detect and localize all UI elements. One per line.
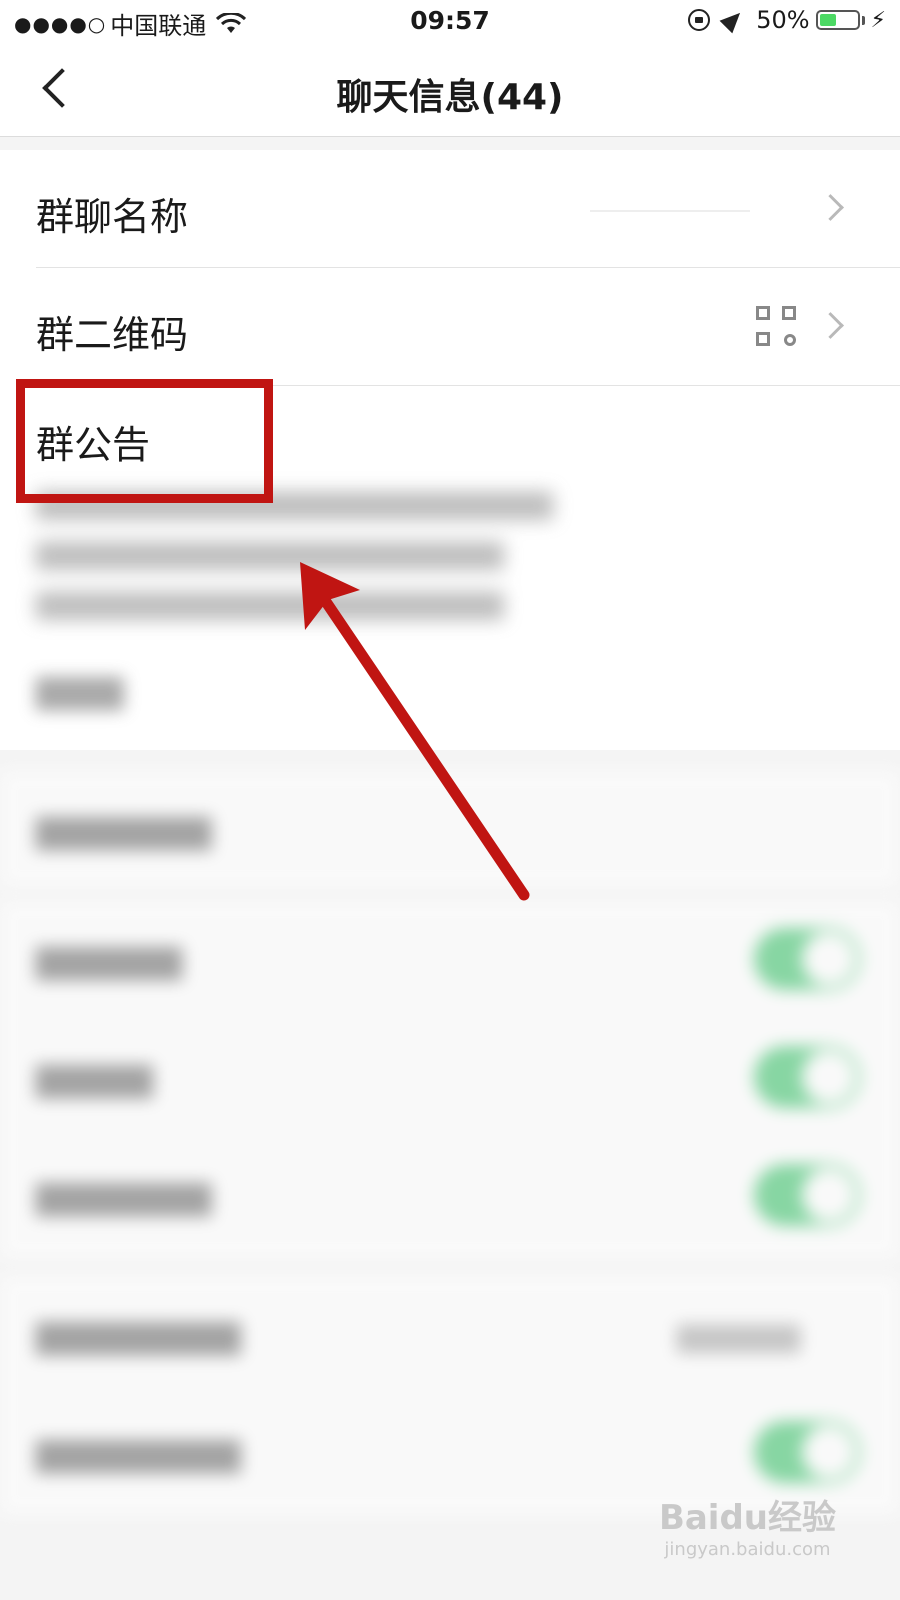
watermark-logo: Baidu经验 [658,1498,836,1538]
annotation-arrow [300,562,530,901]
baidu-jingyan-watermark: Baidu经验 jingyan.baidu.com [659,1490,836,1560]
watermark-url: jingyan.baidu.com [664,1539,831,1560]
